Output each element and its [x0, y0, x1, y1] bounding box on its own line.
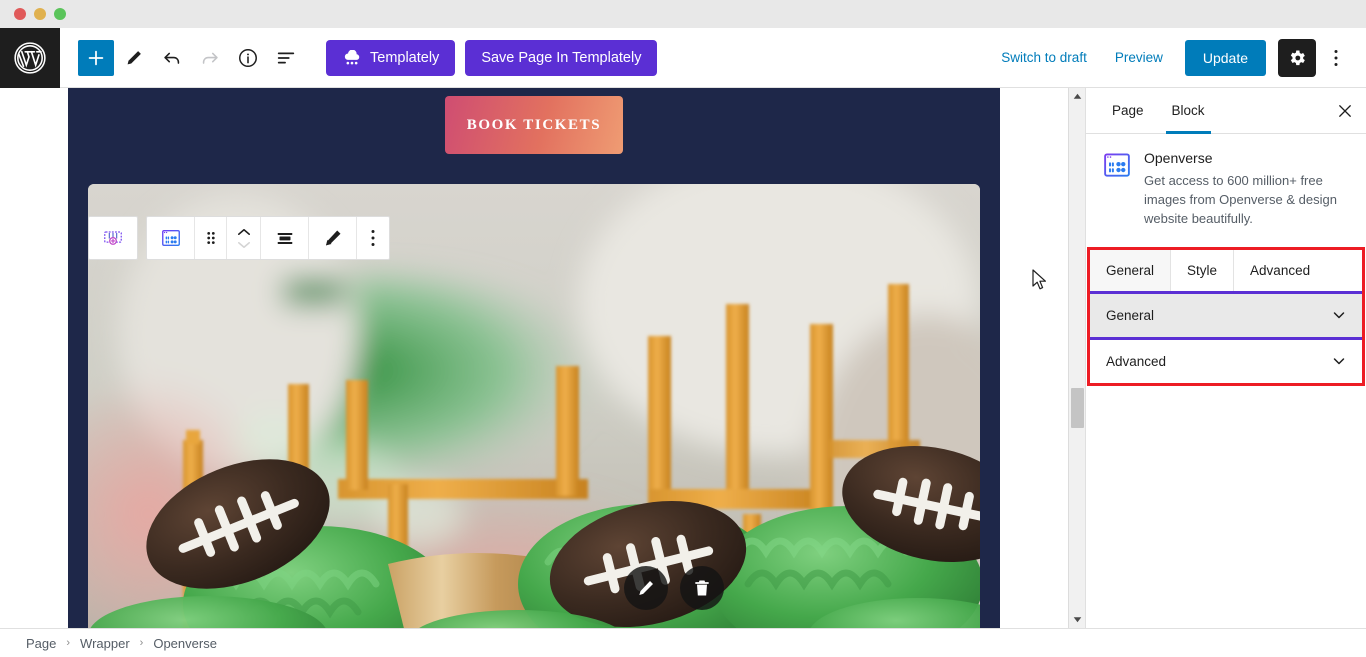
breadcrumb-item-wrapper[interactable]: Wrapper: [80, 636, 130, 651]
delete-image-button[interactable]: [680, 566, 724, 610]
move-up-icon: [237, 228, 250, 235]
accordion-advanced[interactable]: Advanced: [1090, 339, 1362, 383]
list-view-button[interactable]: [268, 40, 304, 76]
book-tickets-button[interactable]: BOOK TICKETS: [445, 96, 623, 154]
ea-tab-bar: General Style Advanced: [1090, 249, 1362, 294]
ea-tab-advanced[interactable]: Advanced: [1234, 249, 1327, 291]
redo-button[interactable]: [192, 40, 228, 76]
window-close-button[interactable]: [14, 8, 26, 20]
image-action-buttons: [624, 566, 724, 610]
page-canvas[interactable]: BOOK TICKETS: [68, 88, 1000, 628]
preview-button[interactable]: Preview: [1103, 42, 1175, 73]
breadcrumb-item-page[interactable]: Page: [26, 636, 56, 651]
accordion-general-label: General: [1106, 307, 1155, 323]
edit-block-button[interactable]: [309, 217, 357, 259]
canvas-left-margin: [0, 88, 68, 628]
editor-body: BOOK TICKETS Page Block Openverse Get ac…: [0, 88, 1366, 628]
templately-group: Templately Save Page In Templately: [326, 39, 658, 76]
trash-icon: [695, 580, 709, 596]
templately-insert-icon: [104, 231, 122, 245]
chevron-down-icon: [1332, 354, 1346, 368]
scroll-thumb[interactable]: [1071, 388, 1084, 428]
pencil-icon: [639, 581, 653, 595]
move-block-buttons[interactable]: [227, 217, 261, 259]
gear-icon: [1290, 50, 1305, 65]
breadcrumb: Page › Wrapper › Openverse: [0, 628, 1366, 657]
window-maximize-button[interactable]: [54, 8, 66, 20]
canvas-right-margin: [1000, 88, 1068, 628]
scroll-up-arrow[interactable]: [1069, 88, 1086, 105]
breadcrumb-separator: ›: [66, 637, 71, 649]
more-options-icon: [371, 230, 375, 246]
openverse-block-type-button[interactable]: [147, 217, 195, 259]
switch-to-draft-button[interactable]: Switch to draft: [989, 42, 1099, 73]
breadcrumb-item-openverse[interactable]: Openverse: [153, 636, 217, 651]
chevron-down-icon: [1332, 308, 1346, 322]
more-options-button[interactable]: [1320, 39, 1352, 77]
templately-cloud-icon: [342, 49, 362, 66]
openverse-icon: [1102, 150, 1132, 180]
accordion-general[interactable]: General: [1090, 293, 1362, 340]
highlighted-settings-region: General Style Advanced General Advanced: [1087, 246, 1365, 386]
list-view-icon: [277, 52, 295, 63]
edit-image-button[interactable]: [624, 566, 668, 610]
redo-arrow-icon: [202, 52, 218, 64]
block-toolbar: [88, 216, 390, 260]
accordion-advanced-label: Advanced: [1106, 353, 1167, 369]
templately-button[interactable]: Templately: [326, 39, 456, 76]
editor-top-bar: Templately Save Page In Templately Switc…: [0, 27, 1366, 88]
scroll-down-arrow[interactable]: [1069, 611, 1086, 628]
sidebar-tab-bar: Page Block: [1086, 88, 1366, 134]
ea-tab-style[interactable]: Style: [1171, 249, 1235, 291]
templately-insert-button[interactable]: [89, 217, 137, 259]
tools-button[interactable]: [116, 40, 152, 76]
block-info-text: Openverse Get access to 600 million+ fre…: [1144, 150, 1350, 229]
drag-handle-button[interactable]: [195, 217, 227, 259]
templately-insert-group: [88, 216, 138, 260]
window-minimize-button[interactable]: [34, 8, 46, 20]
editor-canvas-area: BOOK TICKETS: [0, 88, 1068, 628]
align-icon: [277, 232, 292, 244]
block-title: Openverse: [1144, 150, 1213, 166]
close-sidebar-button[interactable]: [1324, 88, 1366, 133]
block-description: Get access to 600 million+ free images f…: [1144, 173, 1337, 226]
tab-block[interactable]: Block: [1158, 88, 1219, 134]
plus-icon: [88, 50, 104, 65]
save-page-label: Save Page In Templately: [481, 49, 642, 66]
window-titlebar: [0, 0, 1366, 28]
top-bar-right-actions: Switch to draft Preview Update: [989, 38, 1366, 77]
info-circle-icon: [239, 48, 257, 67]
add-block-button[interactable]: [78, 39, 114, 76]
pencil-icon: [127, 50, 141, 64]
templately-button-label: Templately: [370, 49, 440, 66]
block-info-card: Openverse Get access to 600 million+ fre…: [1086, 134, 1366, 247]
tab-page[interactable]: Page: [1098, 88, 1158, 133]
openverse-block-icon: [161, 229, 180, 247]
details-button[interactable]: [230, 40, 266, 76]
settings-sidebar: Page Block Openverse Get access to 600 m…: [1085, 88, 1366, 628]
book-tickets-label: BOOK TICKETS: [466, 116, 602, 133]
align-button[interactable]: [261, 217, 309, 259]
undo-arrow-icon: [164, 52, 180, 64]
block-more-options-button[interactable]: [357, 217, 389, 259]
save-page-in-templately-button[interactable]: Save Page In Templately: [465, 39, 658, 76]
edit-pencil-icon: [325, 230, 341, 246]
drag-handle-icon: [206, 232, 215, 244]
canvas-scrollbar[interactable]: [1068, 88, 1085, 628]
kebab-menu-icon: [1334, 49, 1338, 66]
ea-tab-general[interactable]: General: [1090, 249, 1172, 291]
breadcrumb-separator: ›: [139, 637, 144, 649]
settings-button[interactable]: [1278, 38, 1316, 77]
close-icon: [1339, 104, 1351, 117]
update-button[interactable]: Update: [1184, 39, 1266, 76]
editor-tools-group: [60, 39, 304, 76]
wordpress-logo[interactable]: [0, 27, 60, 88]
block-controls-group: [146, 216, 390, 260]
move-down-icon: [237, 241, 250, 248]
undo-button[interactable]: [154, 40, 190, 76]
